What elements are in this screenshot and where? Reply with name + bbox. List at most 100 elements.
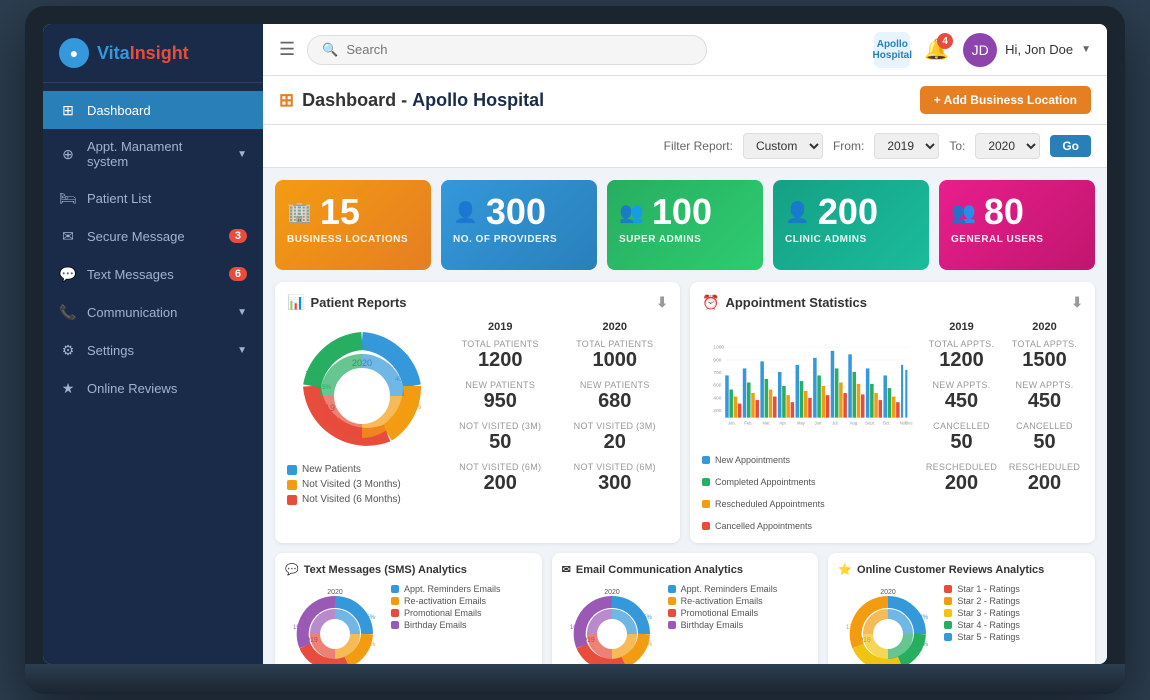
legend-label: Completed Appointments bbox=[715, 477, 816, 487]
sidebar-item-comm[interactable]: 📞 Communication ▼ bbox=[43, 293, 263, 331]
stat-num: 450 bbox=[1006, 390, 1083, 413]
notification-button[interactable]: 🔔 4 bbox=[924, 37, 949, 62]
settings-icon: ⚙ bbox=[59, 341, 77, 359]
providers-icon: 👤 bbox=[453, 200, 478, 225]
page-title: ⊞ Dashboard - Apollo Hospital bbox=[279, 90, 544, 111]
stat-row: CANCELLED 50 bbox=[923, 421, 1000, 454]
filter-bar: Filter Report: Custom From: 2019 To: 202… bbox=[263, 125, 1107, 168]
sidebar-item-appt[interactable]: ⊕ Appt. Manament system ▼ bbox=[43, 129, 263, 179]
legend-item: Not Visited (6 Months) bbox=[287, 494, 437, 505]
logo-icon: ● bbox=[59, 38, 89, 68]
legend-label: Promotional Emails bbox=[404, 608, 482, 618]
text-icon: 💬 bbox=[59, 265, 77, 283]
content-header: ⊞ Dashboard - Apollo Hospital + Add Busi… bbox=[263, 76, 1107, 125]
svg-text:2020: 2020 bbox=[327, 589, 343, 596]
patient-reports-label: Patient Reports bbox=[310, 295, 406, 310]
reviews-donut-chart: 2020 2019 33 bbox=[838, 584, 938, 664]
hamburger-icon[interactable]: ☰ bbox=[279, 39, 295, 60]
svg-text:Sept.: Sept. bbox=[865, 421, 875, 426]
bar-chart-container: 1000 900 700 600 400 200 bbox=[702, 321, 913, 531]
legend-dot bbox=[668, 609, 676, 617]
sidebar-item-label: Dashboard bbox=[87, 103, 247, 118]
legend-item: Not Visited (3 Months) bbox=[287, 479, 437, 490]
legend-item: Promotional Emails bbox=[391, 608, 501, 618]
download-icon[interactable]: ⬇ bbox=[656, 294, 668, 311]
stat-label: TOTAL PATIENTS bbox=[562, 339, 669, 349]
sms-donut-chart: 2020 2019 35 bbox=[285, 584, 385, 664]
chart-flag-icon: 📊 bbox=[287, 294, 304, 311]
patient-report-content: 2020 2019 bbox=[287, 321, 668, 505]
stat-row: TOTAL APPTS. 1500 bbox=[1006, 339, 1083, 372]
add-business-button[interactable]: + Add Business Location bbox=[920, 86, 1091, 114]
main-content: ☰ 🔍 ApolloHospital 🔔 4 JD Hi, Jon bbox=[263, 24, 1107, 664]
legend-dot bbox=[287, 495, 297, 505]
patient-stats: 2019 TOTAL PATIENTS 1200 NEW PATIENTS 95… bbox=[447, 321, 668, 503]
legend-dot bbox=[391, 621, 399, 629]
from-year-select[interactable]: 2019 bbox=[874, 133, 939, 159]
stat-label: NOT VISITED (6M) bbox=[447, 462, 554, 472]
search-box[interactable]: 🔍 bbox=[307, 35, 707, 65]
to-year-select[interactable]: 2020 bbox=[975, 133, 1040, 159]
stat-label: NOT VISITED (3M) bbox=[562, 421, 669, 431]
svg-text:700: 700 bbox=[713, 370, 721, 376]
locations-icon: 🏢 bbox=[287, 200, 312, 225]
sidebar-item-reviews[interactable]: ★ Online Reviews bbox=[43, 369, 263, 407]
email-donut-chart: 2020 2019 75 bbox=[562, 584, 662, 664]
appt-stats-title: ⏰ Appointment Statistics ⬇ bbox=[702, 294, 1083, 311]
svg-text:20%: 20% bbox=[342, 434, 356, 441]
email-chart-area: 2020 2019 75 bbox=[562, 584, 809, 664]
svg-text:1000: 1000 bbox=[713, 345, 724, 351]
reviews-icon: ★ bbox=[59, 379, 77, 397]
patient-icon: 🛏 bbox=[59, 189, 77, 207]
logo-text: VitaInsight bbox=[97, 43, 189, 64]
year-title: 2019 bbox=[447, 321, 554, 333]
message-badge: 3 bbox=[229, 229, 247, 243]
stat-row: TOTAL PATIENTS 1000 bbox=[562, 339, 669, 372]
svg-text:Aug.: Aug. bbox=[850, 421, 859, 426]
stat-num: 300 bbox=[562, 472, 669, 495]
locations-label: BUSINESS LOCATIONS bbox=[287, 234, 408, 245]
legend-label: Not Visited (3 Months) bbox=[302, 479, 401, 490]
stat-row: TOTAL APPTS. 1200 bbox=[923, 339, 1000, 372]
appt-year-2020: 2020 TOTAL APPTS. 1500 NEW APPTS. 450 bbox=[1006, 321, 1083, 531]
legend-item: Promotional Emails bbox=[668, 608, 778, 618]
svg-text:20%: 20% bbox=[868, 662, 881, 664]
svg-text:Jun.: Jun. bbox=[815, 421, 823, 426]
svg-text:400: 400 bbox=[713, 395, 721, 401]
sms-chart-area: 2020 2019 35 bbox=[285, 584, 532, 664]
svg-text:75%: 75% bbox=[640, 615, 653, 621]
comm-icon: 📞 bbox=[59, 303, 77, 321]
stat-num: 20 bbox=[562, 431, 669, 454]
appt-stats-card: ⏰ Appointment Statistics ⬇ 1000 900 bbox=[690, 282, 1095, 543]
search-input[interactable] bbox=[346, 42, 692, 57]
sidebar-item-dashboard[interactable]: ⊞ Dashboard bbox=[43, 91, 263, 129]
logo: ● VitaInsight bbox=[43, 24, 263, 83]
reviews-legend: Star 1 - Ratings Star 2 - Ratings Star 3… bbox=[944, 584, 1020, 642]
sidebar-item-text[interactable]: 💬 Text Messages 6 bbox=[43, 255, 263, 293]
svg-text:600: 600 bbox=[713, 383, 721, 389]
stat-label: CANCELLED bbox=[923, 421, 1000, 431]
sidebar-item-settings[interactable]: ⚙ Settings ▼ bbox=[43, 331, 263, 369]
go-button[interactable]: Go bbox=[1050, 135, 1091, 157]
legend-label: Star 5 - Ratings bbox=[957, 632, 1020, 642]
filter-type-select[interactable]: Custom bbox=[743, 133, 823, 159]
stat-row: NOT VISITED (3M) 20 bbox=[562, 421, 669, 454]
legend-dot bbox=[391, 597, 399, 605]
sidebar-item-patients[interactable]: 🛏 Patient List bbox=[43, 179, 263, 217]
sidebar-item-label: Appt. Manament system bbox=[87, 139, 227, 169]
legend-dot bbox=[702, 500, 710, 508]
svg-text:Feb.: Feb. bbox=[744, 421, 752, 426]
legend-item: New Patients bbox=[287, 464, 437, 475]
stat-num: 50 bbox=[447, 431, 554, 454]
stat-card-providers: 👤 300 NO. OF PROVIDERS bbox=[441, 180, 597, 270]
stat-row: NOT VISITED (3M) 50 bbox=[447, 421, 554, 454]
svg-text:17%: 17% bbox=[846, 625, 859, 631]
sidebar-item-messages[interactable]: ✉ Secure Message 3 bbox=[43, 217, 263, 255]
user-info[interactable]: JD Hi, Jon Doe ▼ bbox=[963, 33, 1091, 67]
stat-num: 50 bbox=[923, 431, 1000, 454]
download-icon[interactable]: ⬇ bbox=[1071, 294, 1083, 311]
stat-row: NOT VISITED (6M) 300 bbox=[562, 462, 669, 495]
appt-stats-label: Appointment Statistics bbox=[725, 295, 867, 310]
appt-chart-content: 1000 900 700 600 400 200 bbox=[702, 321, 1083, 531]
stat-label: NEW PATIENTS bbox=[562, 380, 669, 390]
